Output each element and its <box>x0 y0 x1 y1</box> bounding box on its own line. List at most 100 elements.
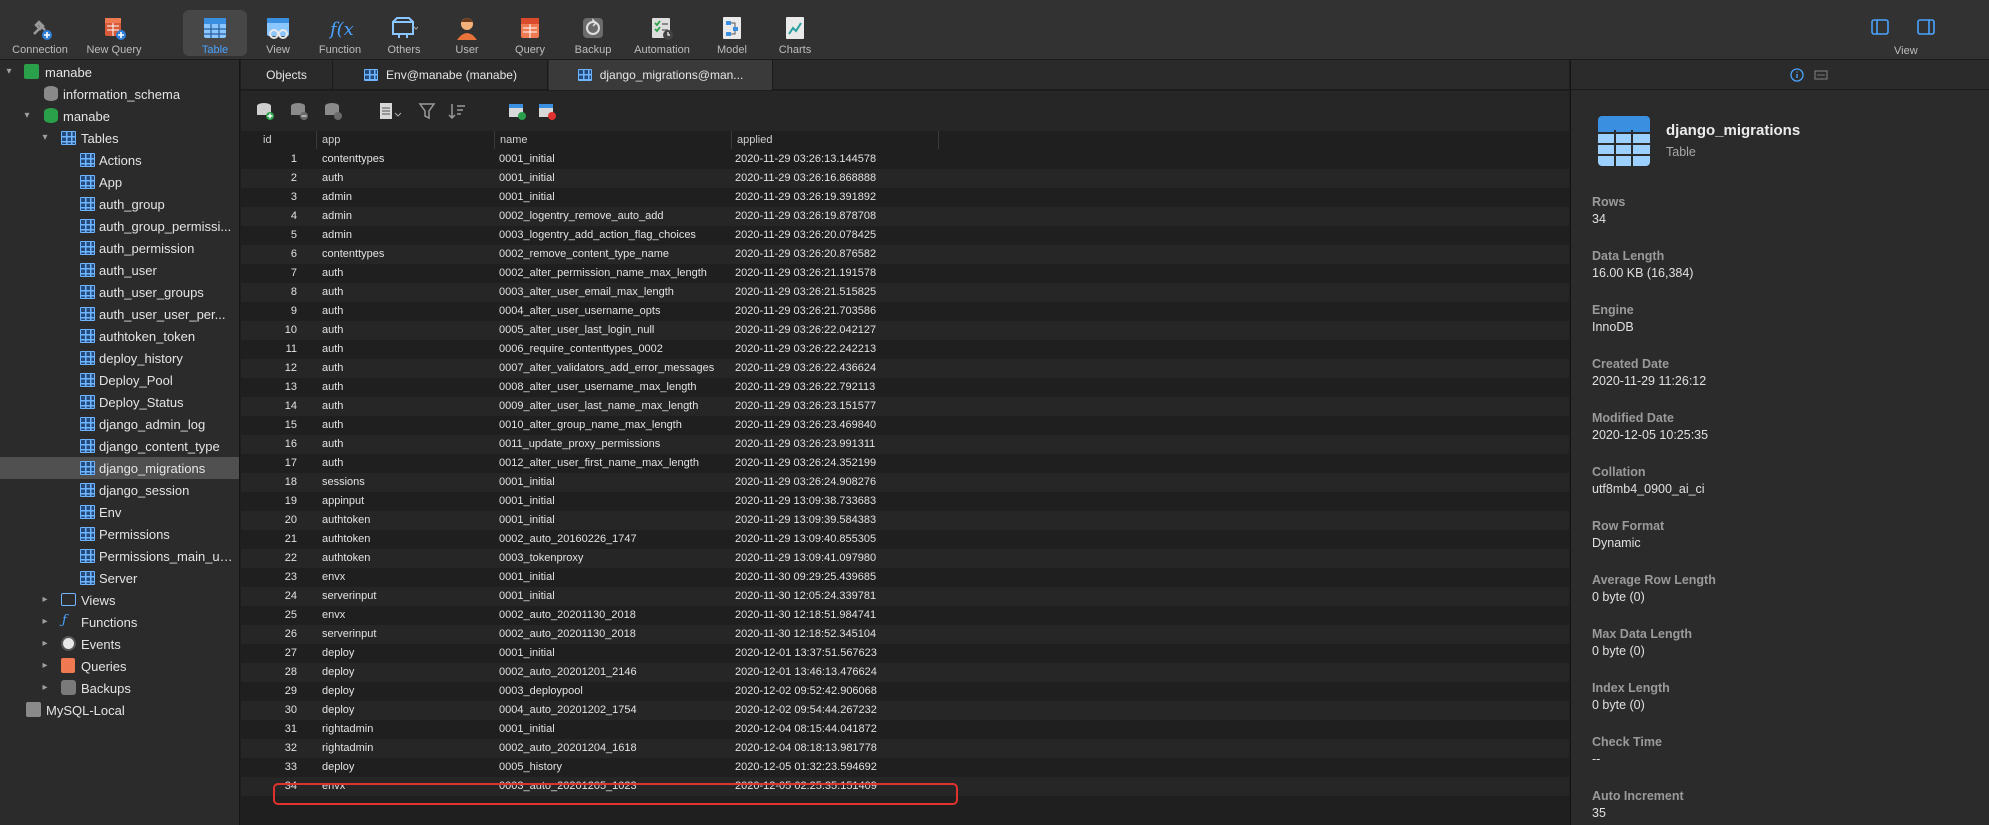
cell-app[interactable]: auth <box>322 359 492 378</box>
table-row[interactable]: 3 admin 0001_initial 2020-11-29 03:26:19.39… <box>241 188 1569 207</box>
cell-app[interactable]: envx <box>322 606 492 625</box>
cell-name[interactable]: 0005_alter_user_last_login_null <box>499 321 729 340</box>
cell-app[interactable]: appinput <box>322 492 492 511</box>
cell-applied[interactable]: 2020-12-01 13:37:51.567623 <box>735 644 935 663</box>
sidebar-table-item[interactable]: django_content_type <box>0 435 239 457</box>
cell-app[interactable]: deploy <box>322 644 492 663</box>
cell-applied[interactable]: 2020-11-29 03:26:23.991311 <box>735 435 935 454</box>
collapse-arrow-icon[interactable]: ▸ <box>40 661 50 671</box>
table-row[interactable]: 18 sessions 0001_initial 2020-11-29 03:26:2… <box>241 473 1569 492</box>
collapse-arrow-icon[interactable]: ▸ <box>40 639 50 649</box>
column-header-id[interactable]: id <box>259 131 317 149</box>
table-row[interactable]: 13 auth 0008_alter_user_username_max_lengt… <box>241 378 1569 397</box>
cell-name[interactable]: 0001_initial <box>499 568 729 587</box>
left-panel-toggle-icon[interactable] <box>1870 18 1892 36</box>
sidebar-table-item[interactable]: auth_user <box>0 259 239 281</box>
cell-name[interactable]: 0006_require_contenttypes_0002 <box>499 340 729 359</box>
tree-functions[interactable]: ▸ ƒ Functions <box>0 611 239 633</box>
cell-name[interactable]: 0002_auto_20160226_1747 <box>499 530 729 549</box>
cell-applied[interactable]: 2020-11-29 13:09:41.097980 <box>735 549 935 568</box>
sidebar-table-item[interactable]: auth_group <box>0 193 239 215</box>
cell-applied[interactable]: 2020-11-30 12:18:51.984741 <box>735 606 935 625</box>
sidebar-table-item[interactable]: auth_group_permissi... <box>0 215 239 237</box>
cell-applied[interactable]: 2020-11-29 03:26:21.191578 <box>735 264 935 283</box>
cell-app[interactable]: admin <box>322 226 492 245</box>
cell-app[interactable]: deploy <box>322 701 492 720</box>
sidebar-table-item[interactable]: auth_permission <box>0 237 239 259</box>
cell-id[interactable]: 2 <box>259 169 297 188</box>
cell-app[interactable]: deploy <box>322 758 492 777</box>
table-row[interactable]: 31 rightadmin 0001_initial 2020-12-04 08:15… <box>241 720 1569 739</box>
cell-app[interactable]: auth <box>322 416 492 435</box>
cell-app[interactable]: deploy <box>322 663 492 682</box>
tree-events[interactable]: ▸ Events <box>0 633 239 655</box>
cell-app[interactable]: rightadmin <box>322 739 492 758</box>
table-row[interactable]: 23 envx 0001_initial 2020-11-30 09:29:25.43… <box>241 568 1569 587</box>
cell-applied[interactable]: 2020-11-29 13:09:40.855305 <box>735 530 935 549</box>
cell-name[interactable]: 0002_auto_20201204_1618 <box>499 739 729 758</box>
text-view-icon[interactable] <box>377 101 403 121</box>
cell-app[interactable]: auth <box>322 454 492 473</box>
connection-button[interactable]: Connection <box>8 10 72 56</box>
table-row[interactable]: 8 auth 0003_alter_user_email_max_length 202… <box>241 283 1569 302</box>
new-query-button[interactable]: New Query <box>82 10 146 56</box>
table-row[interactable]: 21 authtoken 0002_auto_20160226_1747 2020-1… <box>241 530 1569 549</box>
delete-record-icon[interactable] <box>289 101 309 121</box>
cell-name[interactable]: 0002_logentry_remove_auto_add <box>499 207 729 226</box>
cell-name[interactable]: 0001_initial <box>499 188 729 207</box>
sidebar-table-item[interactable]: Actions <box>0 149 239 171</box>
cell-app[interactable]: auth <box>322 264 492 283</box>
cell-app[interactable]: contenttypes <box>322 150 492 169</box>
tree-queries[interactable]: ▸ Queries <box>0 655 239 677</box>
cell-app[interactable]: envx <box>322 568 492 587</box>
cell-applied[interactable]: 2020-11-29 03:26:23.469840 <box>735 416 935 435</box>
cell-name[interactable]: 0012_alter_user_first_name_max_length <box>499 454 729 473</box>
cell-id[interactable]: 6 <box>259 245 297 264</box>
tab-django-migrations[interactable]: django_migrations@man... <box>549 60 773 90</box>
automation-button[interactable]: Automation <box>630 10 694 56</box>
column-header-applied[interactable]: applied <box>733 131 939 149</box>
cell-app[interactable]: auth <box>322 397 492 416</box>
cell-applied[interactable]: 2020-12-04 08:15:44.041872 <box>735 720 935 739</box>
cell-app[interactable]: auth <box>322 321 492 340</box>
cell-applied[interactable]: 2020-12-04 08:18:13.981778 <box>735 739 935 758</box>
sidebar-table-item[interactable]: auth_user_groups <box>0 281 239 303</box>
import-icon[interactable] <box>507 101 527 121</box>
cell-id[interactable]: 3 <box>259 188 297 207</box>
table-row[interactable]: 9 auth 0004_alter_user_username_opts 2020-1… <box>241 302 1569 321</box>
cell-id[interactable]: 20 <box>259 511 297 530</box>
cell-id[interactable]: 5 <box>259 226 297 245</box>
sidebar-table-item[interactable]: Env <box>0 501 239 523</box>
info-icon[interactable] <box>1790 68 1804 82</box>
cell-app[interactable]: auth <box>322 283 492 302</box>
add-record-icon[interactable] <box>255 101 275 121</box>
collapse-arrow-icon[interactable]: ▸ <box>40 683 50 693</box>
cell-name[interactable]: 0002_auto_20201201_2146 <box>499 663 729 682</box>
cell-app[interactable]: admin <box>322 188 492 207</box>
cell-name[interactable]: 0003_logentry_add_action_flag_choices <box>499 226 729 245</box>
cell-name[interactable]: 0001_initial <box>499 511 729 530</box>
cell-app[interactable]: authtoken <box>322 549 492 568</box>
cell-id[interactable]: 23 <box>259 568 297 587</box>
cell-name[interactable]: 0003_tokenproxy <box>499 549 729 568</box>
cell-name[interactable]: 0001_initial <box>499 150 729 169</box>
table-row[interactable]: 24 serverinput 0001_initial 2020-11-30 12:0… <box>241 587 1569 606</box>
apply-changes-icon[interactable] <box>323 101 343 121</box>
table-row[interactable]: 2 auth 0001_initial 2020-11-29 03:26:16.868… <box>241 169 1569 188</box>
table-row[interactable]: 7 auth 0002_alter_permission_name_max_leng… <box>241 264 1569 283</box>
cell-applied[interactable]: 2020-11-29 03:26:23.151577 <box>735 397 935 416</box>
cell-app[interactable]: deploy <box>322 682 492 701</box>
cell-id[interactable]: 7 <box>259 264 297 283</box>
cell-applied[interactable]: 2020-11-29 03:26:24.908276 <box>735 473 935 492</box>
cell-applied[interactable]: 2020-11-29 03:26:22.242213 <box>735 340 935 359</box>
cell-name[interactable]: 0001_initial <box>499 473 729 492</box>
cell-applied[interactable]: 2020-11-29 03:26:21.703586 <box>735 302 935 321</box>
cell-app[interactable]: admin <box>322 207 492 226</box>
cell-applied[interactable]: 2020-11-29 03:26:21.515825 <box>735 283 935 302</box>
table-row[interactable]: 19 appinput 0001_initial 2020-11-29 13:09:3… <box>241 492 1569 511</box>
cell-app[interactable]: contenttypes <box>322 245 492 264</box>
cell-applied[interactable]: 2020-11-29 03:26:20.078425 <box>735 226 935 245</box>
cell-applied[interactable]: 2020-11-30 09:29:25.439685 <box>735 568 935 587</box>
cell-app[interactable]: authtoken <box>322 530 492 549</box>
cell-id[interactable]: 21 <box>259 530 297 549</box>
